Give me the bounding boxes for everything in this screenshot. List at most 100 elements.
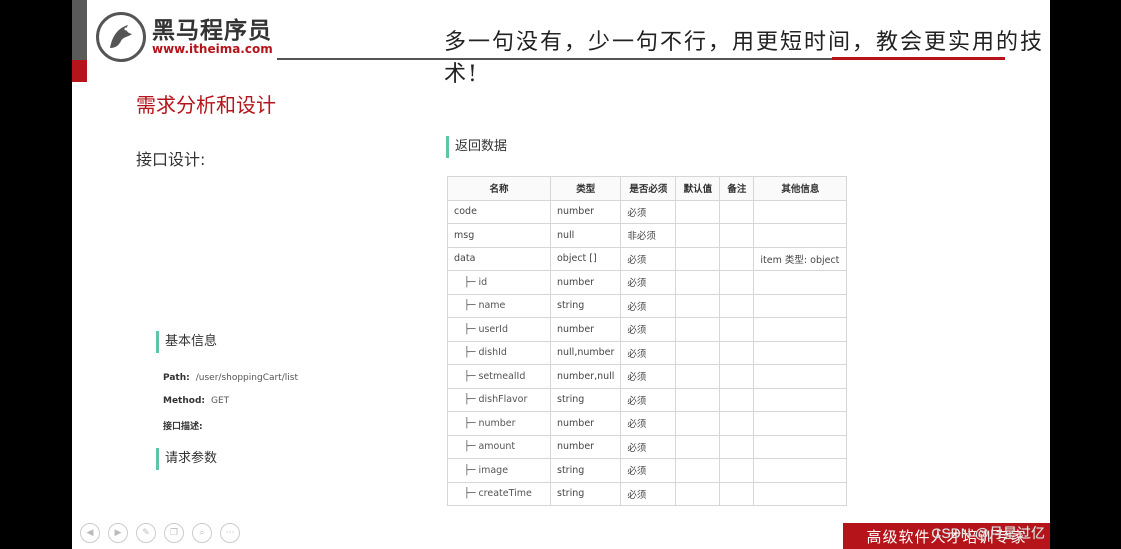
cell-name: msg (447, 223, 551, 248)
cell-type: null (549, 223, 622, 248)
header-name: 名称 (447, 176, 551, 201)
cell-type: number (549, 199, 622, 224)
page-subtitle: 接口设计: (136, 150, 206, 169)
cell-type: null,number (549, 340, 622, 365)
table-row: code number 必须 (447, 199, 848, 224)
cell-name: ├─ number (447, 411, 551, 436)
cell-note (719, 270, 755, 295)
cell-required: 必须 (620, 246, 677, 271)
method-label: Method: (163, 396, 205, 406)
cell-other (753, 270, 848, 295)
horse-logo-icon (96, 12, 146, 62)
table-row: ├─ amount number 必须 (447, 434, 848, 459)
cell-required: 必须 (620, 481, 677, 506)
cell-other (753, 223, 848, 248)
prev-icon[interactable]: ◀ (80, 523, 100, 543)
cell-other: item 类型: object (753, 246, 848, 271)
cell-type: object [] (549, 246, 622, 271)
cell-note (719, 340, 755, 365)
cell-name: code (447, 199, 551, 224)
cell-default (675, 317, 721, 342)
cell-note (719, 458, 755, 483)
cell-required: 必须 (620, 270, 677, 295)
header-note: 备注 (719, 176, 755, 201)
cell-required: 必须 (620, 411, 677, 436)
slide: 黑马程序员 www.itheima.com 多一句没有，少一句不行，用更短时间，… (72, 0, 1050, 549)
cell-other (753, 411, 848, 436)
cell-required: 必须 (620, 387, 677, 412)
cell-default (675, 223, 721, 248)
cell-default (675, 246, 721, 271)
desc-row: 接口描述: (163, 419, 203, 432)
cell-other (753, 293, 848, 318)
table-row: ├─ name string 必须 (447, 293, 848, 318)
next-icon[interactable]: ▶ (108, 523, 128, 543)
slogan: 多一句没有，少一句不行，用更短时间，教会更实用的技术! (444, 30, 1045, 87)
cell-note (719, 434, 755, 459)
logo-brand-name: 黑马程序员 (152, 17, 272, 44)
cell-default (675, 411, 721, 436)
table-header-row: 名称 类型 是否必须 默认值 备注 其他信息 (447, 176, 848, 201)
cell-note (719, 246, 755, 271)
header-type: 类型 (549, 176, 622, 201)
cell-required: 必须 (620, 317, 677, 342)
cell-default (675, 458, 721, 483)
cell-type: string (549, 387, 622, 412)
cell-default (675, 340, 721, 365)
cell-name: ├─ setmealId (447, 364, 551, 389)
cell-type: string (549, 458, 622, 483)
copy-icon[interactable]: ❐ (164, 523, 184, 543)
cell-default (675, 387, 721, 412)
request-params-label: 请求参数 (156, 448, 217, 470)
header-default: 默认值 (675, 176, 721, 201)
cell-required: 必须 (620, 199, 677, 224)
cell-type: number (549, 434, 622, 459)
cell-type: string (549, 293, 622, 318)
watermark: CSDN @月星过亿 (931, 525, 1045, 541)
table-row: ├─ userId number 必须 (447, 317, 848, 342)
table-row: ├─ image string 必须 (447, 458, 848, 483)
pen-icon[interactable]: ✎ (136, 523, 156, 543)
cell-note (719, 411, 755, 436)
cell-default (675, 481, 721, 506)
cell-required: 必须 (620, 364, 677, 389)
method-value: GET (211, 396, 230, 406)
basic-info-label: 基本信息 (156, 331, 217, 353)
cell-default (675, 434, 721, 459)
header-required: 是否必须 (620, 176, 677, 201)
cell-default (675, 199, 721, 224)
cell-name: ├─ dishFlavor (447, 387, 551, 412)
cell-name: ├─ userId (447, 317, 551, 342)
slide-toolbar: ◀ ▶ ✎ ❐ ⌕ ⋯ (80, 523, 240, 543)
cell-required: 必须 (620, 434, 677, 459)
cell-other (753, 199, 848, 224)
page-title: 需求分析和设计 (136, 93, 276, 117)
cell-type: number (549, 411, 622, 436)
header-divider-accent (832, 57, 1005, 60)
table-row: ├─ id number 必须 (447, 270, 848, 295)
table-row: ├─ createTime string 必须 (447, 481, 848, 506)
more-icon[interactable]: ⋯ (220, 523, 240, 543)
cell-note (719, 387, 755, 412)
zoom-icon[interactable]: ⌕ (192, 523, 212, 543)
cell-other (753, 458, 848, 483)
cell-type: number,null (549, 364, 622, 389)
cell-other (753, 364, 848, 389)
cell-other (753, 317, 848, 342)
cell-note (719, 481, 755, 506)
cell-default (675, 293, 721, 318)
cell-name: ├─ id (447, 270, 551, 295)
cell-type: string (549, 481, 622, 506)
table-row: ├─ setmealId number,null 必须 (447, 364, 848, 389)
method-row: Method: GET (163, 396, 229, 406)
table-row: data object [] 必须 item 类型: object (447, 246, 848, 271)
cell-name: ├─ dishId (447, 340, 551, 365)
cell-note (719, 223, 755, 248)
side-accent-top (72, 0, 87, 60)
cell-required: 必须 (620, 458, 677, 483)
desc-label: 接口描述: (163, 422, 203, 432)
path-value: /user/shoppingCart/list (195, 373, 298, 383)
cell-name: ├─ image (447, 458, 551, 483)
cell-default (675, 270, 721, 295)
cell-note (719, 199, 755, 224)
